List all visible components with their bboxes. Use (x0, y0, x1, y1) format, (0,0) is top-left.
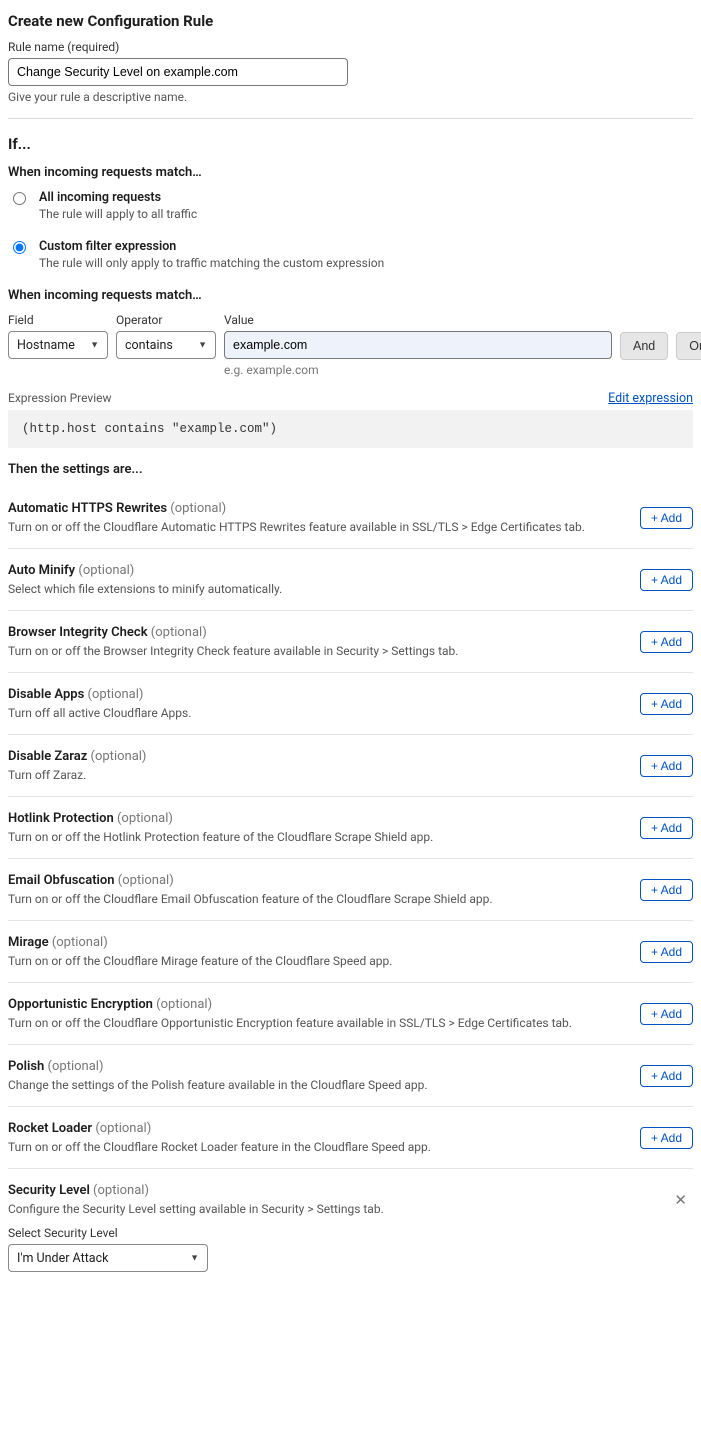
add-button[interactable]: + Add (640, 817, 693, 839)
setting-row: Email Obfuscation (optional) Turn on or o… (8, 859, 693, 921)
setting-desc: Turn on or off the Browser Integrity Che… (8, 644, 628, 658)
edit-expression-link[interactable]: Edit expression (608, 391, 693, 406)
add-button[interactable]: + Add (640, 507, 693, 529)
security-level-select-label: Select Security Level (8, 1226, 656, 1240)
optional-tag: (optional) (92, 1121, 151, 1136)
add-button[interactable]: + Add (640, 631, 693, 653)
setting-title: Opportunistic Encryption (optional) (8, 997, 628, 1012)
page-title: Create new Configuration Rule (8, 12, 693, 30)
add-button[interactable]: + Add (640, 755, 693, 777)
setting-row: Disable Zaraz (optional) Turn off Zaraz. +… (8, 735, 693, 797)
then-heading: Then the settings are... (8, 462, 693, 477)
radio-custom-filter[interactable] (13, 241, 26, 254)
setting-row: Security Level (optional) Configure the S… (8, 1169, 693, 1286)
setting-desc: Turn on or off the Cloudflare Mirage fea… (8, 954, 628, 968)
setting-desc: Turn off Zaraz. (8, 768, 628, 782)
setting-title: Security Level (optional) (8, 1183, 656, 1198)
setting-desc: Turn on or off the Cloudflare Opportunis… (8, 1016, 628, 1030)
setting-desc: Turn on or off the Cloudflare Automatic … (8, 520, 628, 534)
expression-preview-label: Expression Preview (8, 391, 112, 405)
add-button[interactable]: + Add (640, 941, 693, 963)
setting-desc: Turn off all active Cloudflare Apps. (8, 706, 628, 720)
optional-tag: (optional) (167, 501, 226, 516)
optional-tag: (optional) (44, 1059, 103, 1074)
chevron-down-icon: ▼ (190, 1253, 199, 1264)
setting-title: Rocket Loader (optional) (8, 1121, 628, 1136)
setting-title: Email Obfuscation (optional) (8, 873, 628, 888)
add-button[interactable]: + Add (640, 1065, 693, 1087)
divider (8, 118, 693, 119)
rule-name-helper: Give your rule a descriptive name. (8, 90, 693, 104)
if-heading: If... (8, 135, 693, 153)
setting-desc: Select which file extensions to minify a… (8, 582, 628, 596)
radio-all-requests[interactable] (13, 192, 26, 205)
optional-tag: (optional) (115, 873, 174, 888)
security-level-select[interactable]: I'm Under Attack ▼ (8, 1244, 208, 1272)
field-col-label: Field (8, 313, 108, 327)
optional-tag: (optional) (75, 563, 134, 578)
expression-preview: (http.host contains "example.com") (8, 410, 693, 448)
setting-row: Mirage (optional) Turn on or off the Clou… (8, 921, 693, 983)
optional-tag: (optional) (87, 749, 146, 764)
setting-desc: Change the settings of the Polish featur… (8, 1078, 628, 1092)
setting-desc: Turn on or off the Hotlink Protection fe… (8, 830, 628, 844)
radio-all-label: All incoming requests (39, 190, 197, 205)
setting-desc: Turn on or off the Cloudflare Rocket Loa… (8, 1140, 628, 1154)
setting-desc: Turn on or off the Cloudflare Email Obfu… (8, 892, 628, 906)
setting-title: Polish (optional) (8, 1059, 628, 1074)
setting-title: Disable Zaraz (optional) (8, 749, 628, 764)
operator-col-label: Operator (116, 313, 216, 327)
setting-row: Browser Integrity Check (optional) Turn o… (8, 611, 693, 673)
radio-all-sub: The rule will apply to all traffic (39, 207, 197, 221)
add-button[interactable]: + Add (640, 1003, 693, 1025)
chevron-down-icon: ▼ (90, 340, 99, 351)
operator-select-value: contains (125, 338, 173, 353)
or-button[interactable]: Or (676, 332, 701, 360)
value-helper: e.g. example.com (224, 363, 612, 377)
setting-title: Mirage (optional) (8, 935, 628, 950)
add-button[interactable]: + Add (640, 879, 693, 901)
setting-row: Hotlink Protection (optional) Turn on or … (8, 797, 693, 859)
optional-tag: (optional) (49, 935, 108, 950)
security-level-value: I'm Under Attack (17, 1251, 108, 1266)
setting-title: Disable Apps (optional) (8, 687, 628, 702)
rule-name-input[interactable] (8, 58, 348, 86)
setting-title: Hotlink Protection (optional) (8, 811, 628, 826)
setting-row: Automatic HTTPS Rewrites (optional) Turn … (8, 487, 693, 549)
radio-custom-label: Custom filter expression (39, 239, 384, 254)
setting-title: Browser Integrity Check (optional) (8, 625, 628, 640)
setting-title: Auto Minify (optional) (8, 563, 628, 578)
optional-tag: (optional) (148, 625, 207, 640)
value-col-label: Value (224, 313, 612, 327)
and-button[interactable]: And (620, 332, 668, 360)
rule-name-label: Rule name (required) (8, 40, 693, 54)
close-icon[interactable]: ✕ (668, 1187, 693, 1213)
field-select-value: Hostname (17, 338, 75, 353)
optional-tag: (optional) (153, 997, 212, 1012)
setting-title: Automatic HTTPS Rewrites (optional) (8, 501, 628, 516)
setting-row: Rocket Loader (optional) Turn on or off t… (8, 1107, 693, 1169)
match-heading: When incoming requests match… (8, 165, 693, 180)
value-input[interactable] (224, 331, 612, 359)
setting-row: Auto Minify (optional) Select which file … (8, 549, 693, 611)
field-select[interactable]: Hostname ▼ (8, 331, 108, 359)
add-button[interactable]: + Add (640, 693, 693, 715)
optional-tag: (optional) (84, 687, 143, 702)
operator-select[interactable]: contains ▼ (116, 331, 216, 359)
setting-desc: Configure the Security Level setting ava… (8, 1202, 656, 1216)
radio-custom-sub: The rule will only apply to traffic matc… (39, 256, 384, 270)
chevron-down-icon: ▼ (198, 340, 207, 351)
add-button[interactable]: + Add (640, 569, 693, 591)
add-button[interactable]: + Add (640, 1127, 693, 1149)
match-heading-2: When incoming requests match… (8, 288, 693, 303)
setting-row: Polish (optional) Change the settings of … (8, 1045, 693, 1107)
optional-tag: (optional) (114, 811, 173, 826)
setting-row: Opportunistic Encryption (optional) Turn … (8, 983, 693, 1045)
setting-row: Disable Apps (optional) Turn off all acti… (8, 673, 693, 735)
optional-tag: (optional) (90, 1183, 149, 1198)
